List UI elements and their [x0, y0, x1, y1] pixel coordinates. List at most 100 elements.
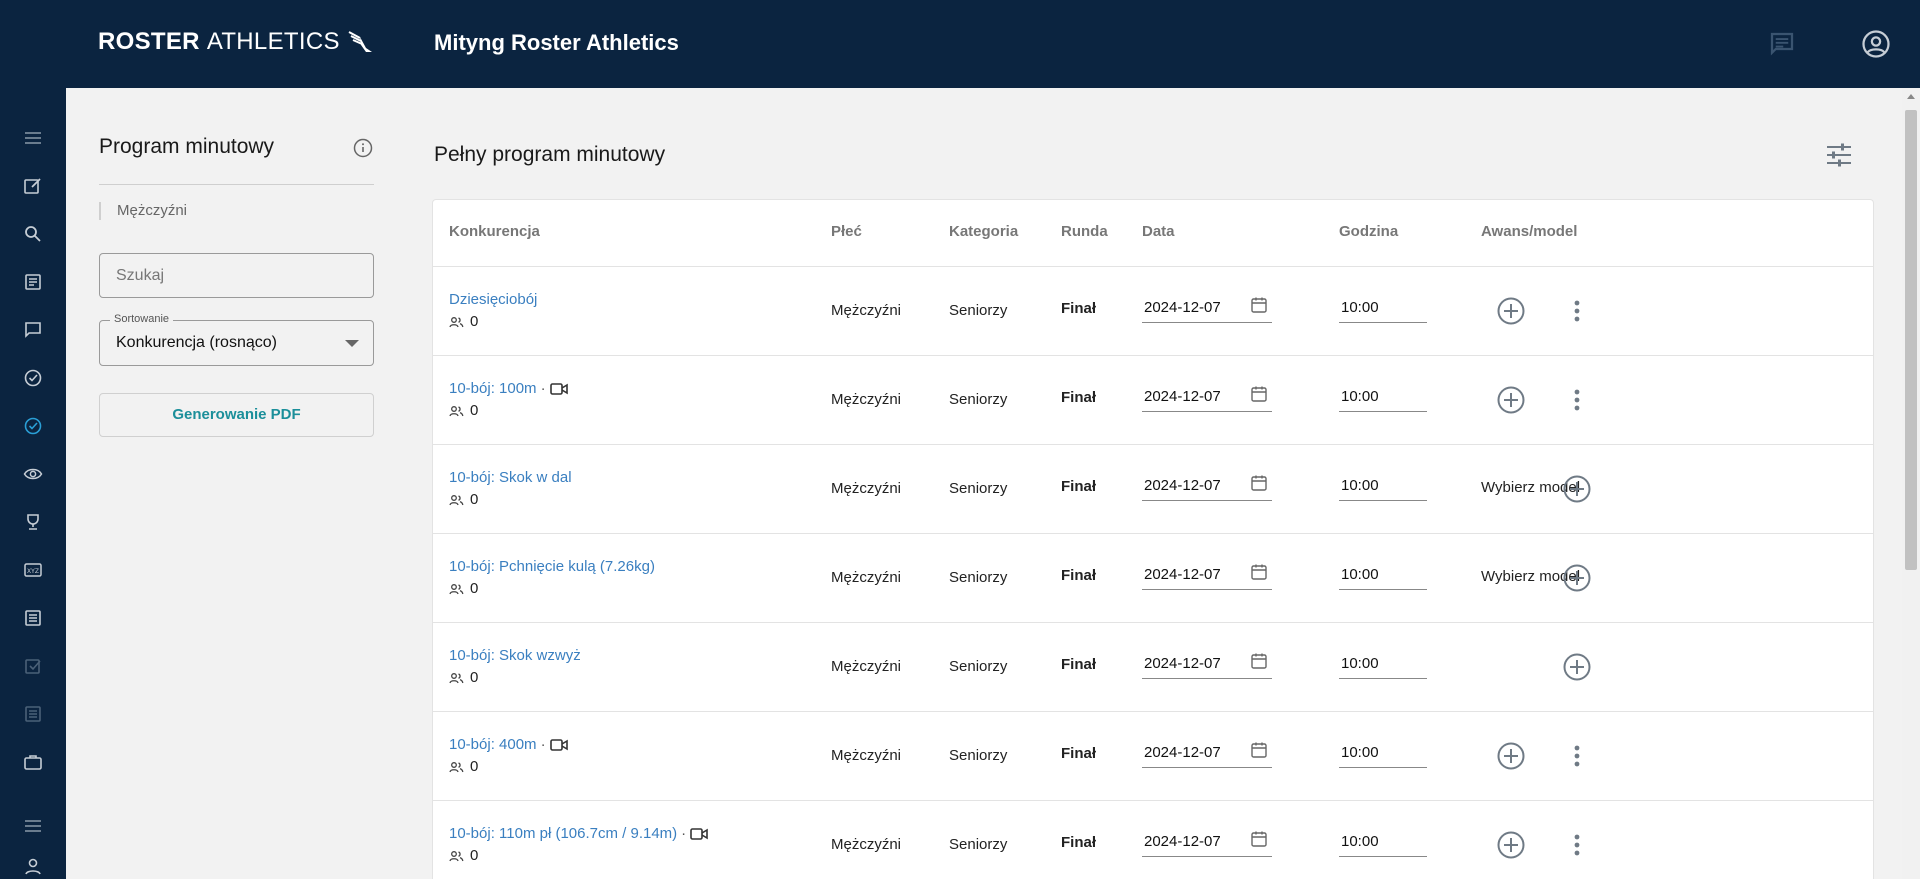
scroll-up-arrow-icon[interactable]: [1907, 94, 1915, 99]
time-input[interactable]: 10:00: [1339, 738, 1427, 768]
add-circle-icon[interactable]: [1495, 829, 1527, 861]
calendar-icon[interactable]: [1250, 652, 1268, 674]
article-icon[interactable]: [17, 266, 49, 298]
add-circle-icon[interactable]: [1495, 295, 1527, 327]
top-bar: ROSTER ATHLETICS Mityng Roster Athletics: [0, 0, 1920, 88]
logo[interactable]: ROSTER ATHLETICS: [98, 28, 374, 56]
event-link[interactable]: 10-bój: Pchnięcie kulą (7.26kg): [449, 558, 655, 575]
account-circle-icon[interactable]: [1860, 28, 1892, 60]
video-camera-icon[interactable]: [690, 827, 708, 841]
col-header-round[interactable]: Runda: [1061, 223, 1108, 240]
app-title: Mityng Roster Athletics: [434, 30, 679, 55]
vertical-scrollbar[interactable]: [1902, 88, 1920, 879]
event-link[interactable]: 10-bój: 400m ·: [449, 736, 568, 753]
search-icon[interactable]: [17, 218, 49, 250]
time-value: 10:00: [1341, 655, 1379, 672]
more-vert-icon[interactable]: [1561, 829, 1593, 861]
calendar-icon[interactable]: [1250, 741, 1268, 763]
participants-count: 0: [449, 847, 478, 864]
event-name[interactable]: Dziesięciobój: [449, 291, 537, 308]
xyz-icon[interactable]: XYZ: [17, 554, 49, 586]
date-input[interactable]: 2024-12-07: [1142, 293, 1272, 323]
date-input[interactable]: 2024-12-07: [1142, 560, 1272, 590]
col-header-time[interactable]: Godzina: [1339, 223, 1398, 240]
video-camera-icon[interactable]: [549, 738, 568, 752]
add-circle-icon[interactable]: [1561, 562, 1593, 594]
calendar-icon[interactable]: [1250, 296, 1268, 318]
chat-icon[interactable]: [1766, 28, 1798, 60]
date-input[interactable]: 2024-12-07: [1142, 738, 1272, 768]
date-value: 2024-12-07: [1144, 655, 1221, 672]
time-input[interactable]: 10:00: [1339, 293, 1427, 323]
event-name[interactable]: 10-bój: 100m: [449, 380, 537, 397]
checkbox-icon[interactable]: [17, 650, 49, 682]
briefcase-icon[interactable]: [17, 746, 49, 778]
calendar-icon[interactable]: [1250, 563, 1268, 585]
col-header-date[interactable]: Data: [1142, 223, 1175, 240]
more-vert-icon[interactable]: [1561, 384, 1593, 416]
event-name[interactable]: 10-bój: 400m: [449, 736, 537, 753]
chat-bubble-icon[interactable]: [17, 314, 49, 346]
table-row: 10-bój: Skok wzwyż 0 Mężczyźni Seniorzy Fina…: [433, 622, 1873, 711]
col-header-category[interactable]: Kategoria: [949, 223, 1018, 240]
sort-select[interactable]: Sortowanie Konkurencja (rosnąco): [99, 313, 374, 366]
check-circle-active-icon[interactable]: [17, 410, 49, 442]
info-icon[interactable]: [352, 137, 374, 159]
svg-text:XYZ: XYZ: [27, 568, 39, 575]
event-name[interactable]: 10-bój: Skok w dal: [449, 469, 572, 486]
edit-icon[interactable]: [17, 170, 49, 202]
add-circle-icon[interactable]: [1561, 473, 1593, 505]
add-circle-icon[interactable]: [1495, 384, 1527, 416]
event-link[interactable]: 10-bój: Skok w dal: [449, 469, 572, 486]
document-icon[interactable]: [17, 698, 49, 730]
event-link[interactable]: 10-bój: 110m pł (106.7cm / 9.14m) ·: [449, 825, 708, 842]
participants-count-value: 0: [470, 847, 479, 864]
date-input[interactable]: 2024-12-07: [1142, 827, 1272, 857]
event-name[interactable]: 10-bój: Pchnięcie kulą (7.26kg): [449, 558, 655, 575]
people-icon: [449, 494, 470, 506]
date-input[interactable]: 2024-12-07: [1142, 649, 1272, 679]
generate-pdf-button[interactable]: Generowanie PDF: [99, 393, 374, 437]
filter-chip-gender[interactable]: Mężczyźni: [99, 202, 187, 220]
scrollbar-thumb[interactable]: [1905, 110, 1917, 570]
search-input[interactable]: [99, 253, 374, 298]
event-link[interactable]: Dziesięciobój: [449, 291, 537, 308]
list-icon[interactable]: [17, 602, 49, 634]
event-link[interactable]: 10-bój: Skok wzwyż: [449, 647, 581, 664]
calendar-icon[interactable]: [1250, 385, 1268, 407]
eye-icon[interactable]: [17, 458, 49, 490]
sort-value: Konkurencja (rosnąco): [116, 334, 277, 351]
round-cell: Finał: [1061, 300, 1097, 317]
participants-count-value: 0: [470, 402, 479, 419]
time-input[interactable]: 10:00: [1339, 471, 1427, 501]
calendar-icon[interactable]: [1250, 830, 1268, 852]
menu-icon-bottom[interactable]: [17, 810, 49, 842]
tune-settings-icon[interactable]: [1824, 140, 1856, 172]
date-input[interactable]: 2024-12-07: [1142, 471, 1272, 501]
trophy-icon[interactable]: [17, 506, 49, 538]
category-cell: Seniorzy: [949, 658, 1008, 675]
left-nav-rail: XYZ: [0, 88, 66, 879]
round-cell: Finał: [1061, 745, 1097, 762]
event-name[interactable]: 10-bój: 110m pł (106.7cm / 9.14m): [449, 825, 677, 842]
menu-icon[interactable]: [17, 122, 49, 154]
date-input[interactable]: 2024-12-07: [1142, 382, 1272, 412]
time-input[interactable]: 10:00: [1339, 649, 1427, 679]
time-input[interactable]: 10:00: [1339, 827, 1427, 857]
time-input[interactable]: 10:00: [1339, 382, 1427, 412]
add-circle-icon[interactable]: [1561, 651, 1593, 683]
col-header-advance-model[interactable]: Awans/model: [1481, 223, 1577, 240]
col-header-event[interactable]: Konkurencja: [449, 223, 540, 240]
video-camera-icon[interactable]: [549, 382, 568, 396]
add-circle-icon[interactable]: [1495, 740, 1527, 772]
check-circle-icon[interactable]: [17, 362, 49, 394]
col-header-sex[interactable]: Płeć: [831, 223, 862, 240]
calendar-icon[interactable]: [1250, 474, 1268, 496]
time-input[interactable]: 10:00: [1339, 560, 1427, 590]
event-link[interactable]: 10-bój: 100m ·: [449, 380, 568, 397]
more-vert-icon[interactable]: [1561, 740, 1593, 772]
logo-text-bold: ROSTER: [98, 28, 200, 55]
person-icon[interactable]: [17, 850, 49, 879]
event-name[interactable]: 10-bój: Skok wzwyż: [449, 647, 581, 664]
more-vert-icon[interactable]: [1561, 295, 1593, 327]
